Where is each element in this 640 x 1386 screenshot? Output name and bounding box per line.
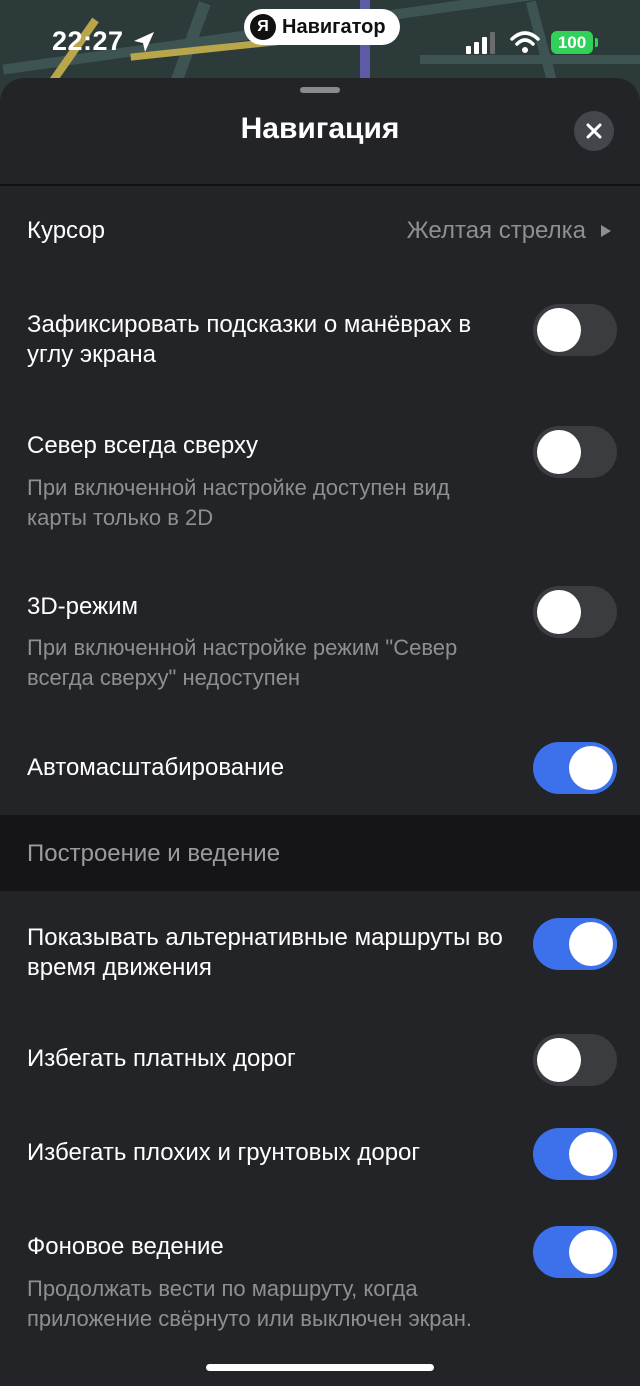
setting-avoid-toll-label: Избегать платных дорог — [27, 1045, 296, 1072]
sheet-title: Навигация — [240, 112, 400, 145]
navigation-settings-sheet: Навигация Курсор Желтая стрелка Зафиксир… — [0, 78, 640, 1386]
setting-north-up-subtitle: При включенной настройке доступен вид ка… — [27, 475, 450, 530]
status-bar: 22:27 Я Навигатор 100 — [0, 0, 640, 86]
section-header-routing: Построение и ведение — [0, 815, 640, 891]
toggle-knob — [537, 430, 581, 474]
battery-tip — [595, 38, 598, 47]
toggle-knob — [569, 922, 613, 966]
toggle-knob — [569, 1230, 613, 1274]
back-to-app-pill[interactable]: Я Навигатор — [244, 9, 400, 45]
home-indicator[interactable] — [206, 1364, 434, 1371]
setting-north-up: Север всегда сверху При включенной настр… — [0, 408, 640, 548]
battery-level: 100 — [557, 32, 587, 52]
battery-icon: 100 — [551, 31, 593, 54]
setting-alt-routes: Показывать альтернативные маршруты во вр… — [0, 906, 640, 1002]
setting-cursor[interactable]: Курсор Желтая стрелка — [0, 190, 640, 270]
alt-routes-toggle[interactable] — [533, 918, 617, 970]
setting-3d-mode-subtitle: При включенной настройке режим "Север вс… — [27, 635, 458, 690]
cellular-signal-icon — [466, 32, 495, 54]
setting-background-guidance-label: Фоновое ведение — [27, 1233, 224, 1260]
setting-3d-mode-label: 3D-режим — [27, 593, 139, 620]
chevron-right-icon — [601, 225, 611, 237]
setting-autozoom: Автомасштабирование — [0, 732, 640, 812]
autozoom-toggle[interactable] — [533, 742, 617, 794]
avoid-bad-roads-toggle[interactable] — [533, 1128, 617, 1180]
setting-3d-mode: 3D-режим При включенной настройке режим … — [0, 572, 640, 712]
toggle-knob — [569, 1132, 613, 1176]
setting-avoid-bad-roads-label: Избегать плохих и грунтовых дорог — [27, 1139, 421, 1166]
3d-mode-toggle[interactable] — [533, 586, 617, 638]
setting-alt-routes-label: Показывать альтернативные маршруты во вр… — [27, 924, 503, 981]
app-name: Навигатор — [282, 15, 386, 38]
sheet-grabber[interactable] — [300, 87, 340, 93]
avoid-toll-toggle[interactable] — [533, 1034, 617, 1086]
section-header-routing-label: Построение и ведение — [27, 840, 281, 867]
toggle-knob — [537, 308, 581, 352]
close-icon — [586, 123, 602, 139]
setting-avoid-toll: Избегать платных дорог — [0, 1022, 640, 1102]
setting-autozoom-label: Автомасштабирование — [27, 754, 285, 781]
location-arrow-icon — [134, 32, 154, 52]
toggle-knob — [569, 746, 613, 790]
setting-background-guidance-subtitle: Продолжать вести по маршруту, когда прил… — [27, 1276, 473, 1331]
background-guidance-toggle[interactable] — [533, 1226, 617, 1278]
toggle-knob — [537, 590, 581, 634]
header-divider — [0, 184, 640, 186]
north-up-toggle[interactable] — [533, 426, 617, 478]
setting-background-guidance: Фоновое ведение Продолжать вести по марш… — [0, 1212, 640, 1382]
fix-hints-toggle[interactable] — [533, 304, 617, 356]
status-time: 22:27 — [52, 26, 124, 56]
setting-north-up-label: Север всегда сверху — [27, 432, 258, 459]
setting-fix-hints: Зафиксировать подсказки о манёврах в угл… — [0, 284, 640, 374]
close-button[interactable] — [574, 111, 614, 151]
setting-avoid-bad-roads: Избегать плохих и грунтовых дорог — [0, 1118, 640, 1198]
setting-cursor-value: Желтая стрелка — [406, 217, 586, 244]
toggle-knob — [537, 1038, 581, 1082]
setting-fix-hints-label: Зафиксировать подсказки о манёврах в угл… — [27, 311, 472, 368]
yandex-logo-icon: Я — [250, 14, 276, 40]
wifi-icon — [510, 31, 540, 53]
